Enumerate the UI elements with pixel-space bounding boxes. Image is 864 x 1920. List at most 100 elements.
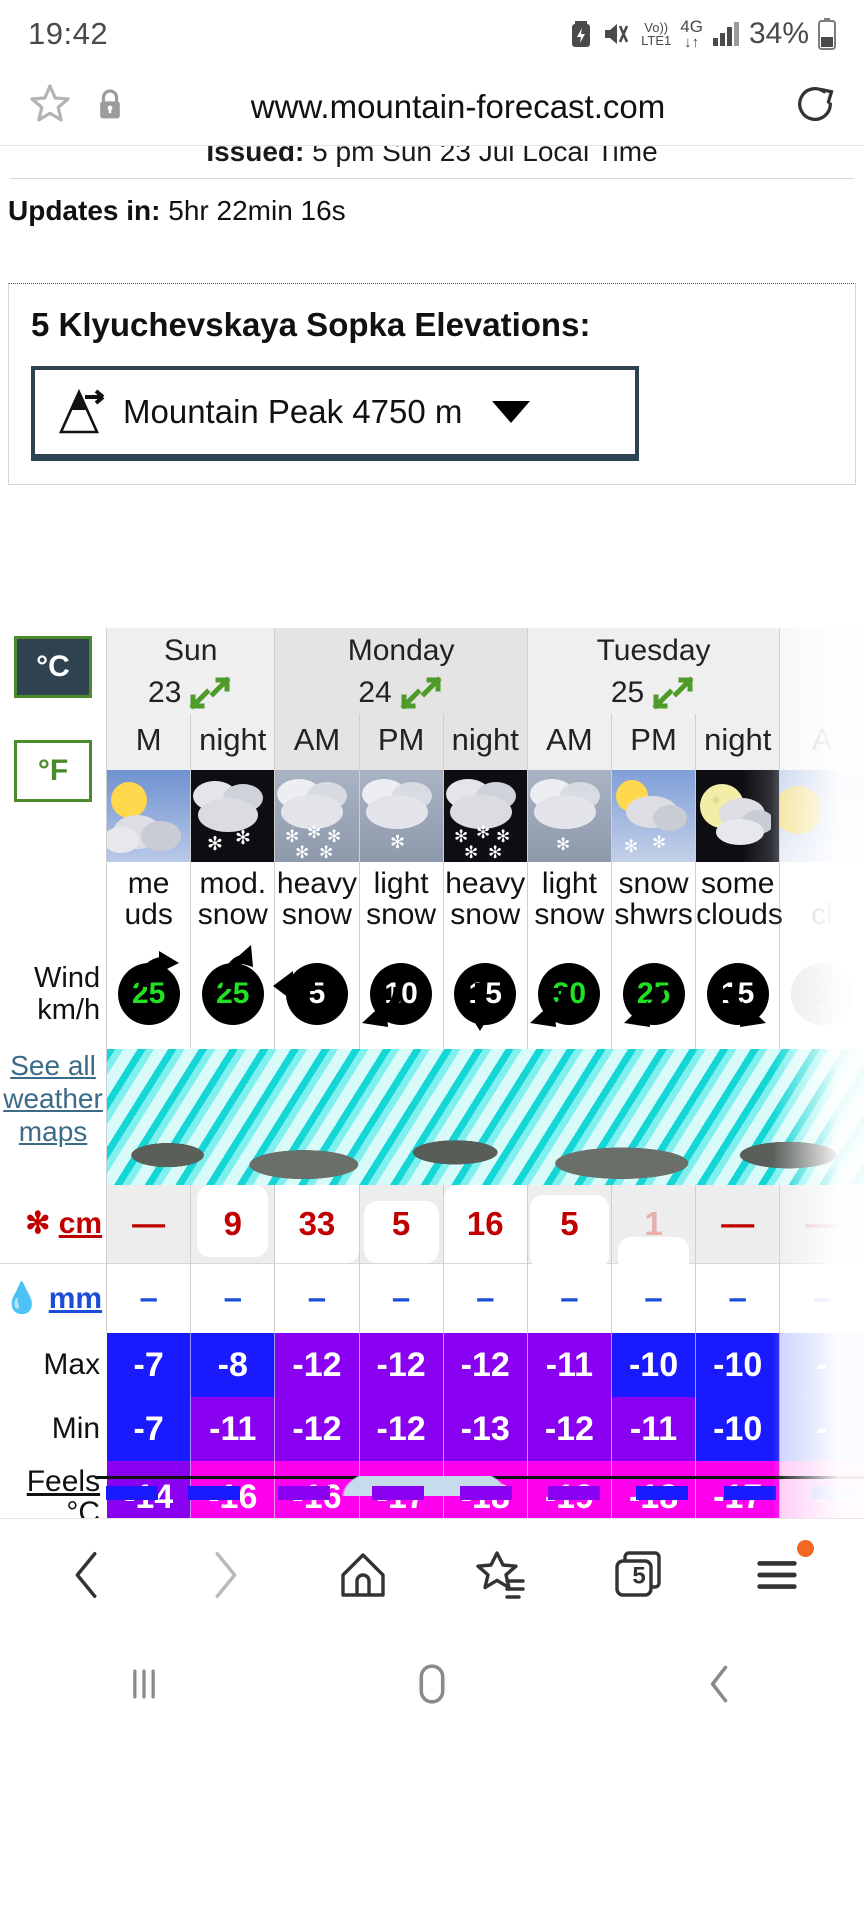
unit-toggle-group[interactable]: °C °F [14,636,92,802]
chevron-down-icon[interactable] [492,401,531,423]
bookmarks-button[interactable] [458,1532,544,1618]
snow-unit-link[interactable]: cm [59,1207,102,1240]
bookmarks-star-icon [476,1550,525,1599]
slot-header[interactable]: M [106,713,191,770]
min-temp-cell: -12 [358,1397,444,1462]
cloud-light-snow-icon: ✻ [527,769,611,862]
wind-label: Wind km/h [0,939,107,1049]
wind-speed-bubble: 2 [791,963,854,1026]
weather-icon-cell [695,769,780,862]
day-header-tuesday[interactable]: Tuesday 25 [526,628,780,714]
snow-cell: 1 [610,1185,696,1283]
night-heavy-snow-icon: ✻ ✻ ✻ ✻ ✻ [443,769,527,862]
slot-header[interactable]: PM [610,713,696,770]
browser-url-bar[interactable]: www.mountain-forecast.com [0,68,864,146]
max-temp-cell: - [779,1333,864,1398]
lock-icon[interactable] [96,87,124,126]
wind-direction-arrow-sw [623,986,665,1028]
elevation-select[interactable]: Mountain Peak 4750 m [31,366,639,458]
elevations-panel: 5 Klyuchevskaya Sopka Elevations: Mounta… [8,283,856,485]
weather-icon-cell [779,769,864,862]
battery-saver-icon [569,19,593,49]
wind-cell: 25 [190,939,275,1050]
battery-percent: 34% [748,17,809,50]
slot-header[interactable]: AM [526,713,612,770]
min-temp-cell: -12 [526,1397,612,1462]
see-all-maps-label[interactable]: See all weather maps [0,1049,107,1185]
wind-direction-arrow-n [222,945,254,990]
rain-label[interactable]: 💧 mm [0,1262,107,1334]
slot-header[interactable]: AM [274,713,360,770]
tabs-button[interactable]: 5 [596,1532,682,1618]
day-name: Tuesday [596,634,711,667]
forward-button[interactable] [182,1532,268,1618]
home-button[interactable] [372,1649,492,1719]
day-header-row: Sun 23 Monday 24 Tuesday 25 [0,628,864,714]
fahrenheit-button[interactable]: °F [14,740,92,802]
slot-header[interactable]: night [442,713,528,770]
weather-icon-cell: ✻ [358,769,444,862]
star-icon[interactable] [26,80,74,133]
battery-icon [818,18,836,50]
min-temp-cell: - [779,1397,864,1462]
back-button[interactable] [44,1532,130,1618]
slot-header[interactable]: A [779,713,864,770]
day-date: 23 [148,675,182,709]
wind-cell: 5 [273,939,360,1050]
weather-desc-row: me uds mod. snow heavy snow light snow h… [0,861,864,940]
url-text[interactable]: www.mountain-forecast.com [146,88,770,126]
wind-direction-arrow-w [273,971,316,1002]
max-temp-cell: -12 [442,1333,528,1398]
weather-desc-cell: snow shwrs [610,861,696,940]
svg-text:✻: ✻ [390,832,405,852]
desc-line2: uds [124,898,173,932]
slot-header[interactable]: PM [358,713,444,770]
menu-button[interactable] [734,1532,820,1618]
home-button[interactable] [320,1532,406,1618]
see-all-maps-link[interactable]: See all weather maps [3,1050,103,1147]
expand-icon[interactable] [187,674,233,712]
day-date: 25 [610,675,645,709]
slot-header[interactable]: night [695,713,780,770]
snow-cell: 16 [442,1185,528,1264]
celsius-button[interactable]: °C [14,636,92,698]
day-header-next[interactable] [779,628,864,714]
raindrop-icon: 💧 [3,1281,41,1315]
slot-header[interactable]: night [190,713,275,770]
snow-label[interactable]: ✻ cm [0,1185,107,1264]
recents-icon [133,1669,155,1699]
expand-icon[interactable] [398,674,444,712]
wind-cell: 10 [358,939,444,1050]
weather-map-thumbnail[interactable] [107,1049,864,1186]
day-header-sun[interactable]: Sun 23 [106,628,275,714]
snow-row: ✻ cm — 9 33 5 16 5 1 — — [0,1185,864,1283]
rain-cell: – [695,1262,780,1334]
map-strip-cell[interactable] [106,1049,864,1186]
weather-icon-cell: ✻ ✻ [190,769,275,862]
desc-line1: me [127,866,170,900]
day-header-monday[interactable]: Monday 24 [274,628,528,714]
wind-direction-arrow-sw [361,986,403,1028]
desc-line1: cl [811,898,833,932]
weather-icon-cell: ✻ [526,769,612,862]
min-temp-cell: -11 [190,1397,275,1462]
day-name: Sun [164,634,218,667]
status-time: 19:42 [28,16,109,51]
page-bottom-sliver [0,1476,864,1518]
min-temp-cell: -12 [274,1397,360,1462]
rain-cell: – [190,1262,275,1334]
issued-line: Issued: 5 pm Sun 23 Jul Local Time [0,146,864,178]
rain-unit-link[interactable]: mm [49,1282,102,1315]
reload-icon[interactable] [792,81,838,132]
max-temp-cell: -7 [106,1333,191,1398]
expand-icon[interactable] [650,674,696,712]
recents-button[interactable] [84,1649,204,1719]
min-temp-row: Min -7 -11 -12 -12 -13 -12 -11 -10 - [0,1397,864,1462]
rain-cell: – [274,1262,360,1334]
desc-line2: clouds [696,898,783,932]
desc-line2: snow [197,898,268,932]
back-button[interactable] [660,1649,780,1719]
weather-desc-cell: light snow [358,861,444,940]
svg-text:✻: ✻ [488,843,502,862]
day-name: Monday [347,634,455,667]
